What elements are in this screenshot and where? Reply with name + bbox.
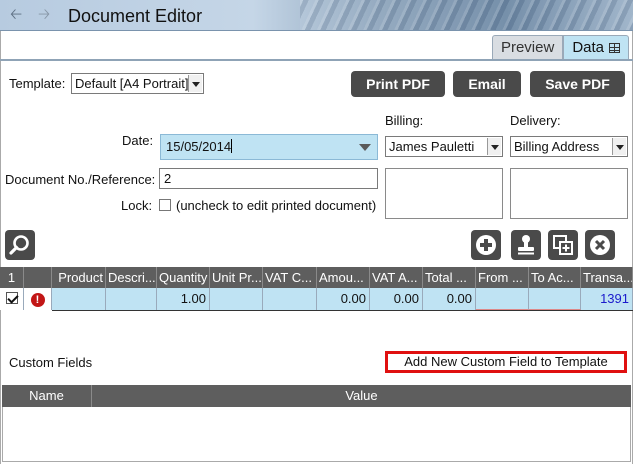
- cell-transaction-link[interactable]: 1391: [581, 288, 633, 310]
- tab-preview[interactable]: Preview: [491, 35, 564, 59]
- column-header-from-account[interactable]: From ...: [476, 267, 529, 288]
- items-grid-header: 1 Product Descri... Quantity Unit Pr... …: [0, 267, 633, 288]
- back-arrow-icon[interactable]: 🡠: [10, 7, 26, 22]
- billing-label: Billing:: [385, 113, 424, 128]
- column-header-index[interactable]: 1: [0, 267, 24, 288]
- save-pdf-button[interactable]: Save PDF: [530, 71, 625, 97]
- tab-data-label: Data: [572, 39, 604, 56]
- column-header-quantity[interactable]: Quantity: [157, 267, 210, 288]
- lock-checkbox[interactable]: [159, 199, 171, 211]
- column-header-transaction[interactable]: Transa...: [581, 267, 633, 288]
- chevron-down-icon: [487, 138, 501, 155]
- view-tabs: Preview Data: [491, 35, 629, 59]
- row-status-cell: !: [24, 288, 52, 310]
- app-title: Document Editor: [68, 6, 203, 26]
- row-checkbox[interactable]: [5, 292, 18, 304]
- delivery-select[interactable]: Billing Address: [510, 136, 628, 157]
- search-button[interactable]: [5, 230, 35, 260]
- delivery-address-box[interactable]: [510, 168, 628, 219]
- date-value: 15/05/2014: [166, 139, 232, 154]
- docno-input[interactable]: 2: [159, 168, 378, 189]
- cell-total[interactable]: 0.00: [423, 288, 476, 310]
- column-header-value[interactable]: Value: [92, 385, 631, 407]
- date-picker[interactable]: 15/05/2014: [160, 134, 378, 160]
- template-label: Template:: [9, 76, 66, 91]
- add-custom-field-button[interactable]: Add New Custom Field to Template: [385, 351, 627, 373]
- billing-address-box[interactable]: [385, 168, 503, 219]
- text-caret: [231, 139, 233, 153]
- cell-unit-price[interactable]: [210, 288, 263, 310]
- stamp-button[interactable]: [511, 230, 541, 260]
- template-value: Default [A4 Portrait]: [75, 76, 189, 91]
- custom-fields-header: Name Value: [2, 385, 631, 407]
- plus-circle-icon: [476, 235, 496, 255]
- row-separator: [52, 310, 633, 311]
- stamp-icon: [518, 235, 534, 255]
- email-button[interactable]: Email: [453, 71, 521, 97]
- header-decoration: [300, 0, 633, 30]
- column-header-vat-amount[interactable]: VAT A...: [370, 267, 423, 288]
- table-grid-icon: [609, 43, 620, 53]
- forward-arrow-icon[interactable]: 🡢: [38, 7, 54, 22]
- cell-amount[interactable]: 0.00: [317, 288, 370, 310]
- custom-fields-table[interactable]: [2, 407, 631, 462]
- date-dropdown-icon[interactable]: [359, 144, 371, 151]
- cell-quantity[interactable]: 1.00: [157, 288, 210, 310]
- docno-label: Document No./Reference:: [5, 172, 156, 187]
- custom-fields-label: Custom Fields: [9, 355, 93, 370]
- chevron-down-icon: [612, 138, 626, 155]
- column-header-product[interactable]: Product: [52, 267, 106, 288]
- billing-select[interactable]: James Pauletti: [385, 136, 503, 157]
- table-row[interactable]: ! 1.00 0.00 0.00 0.00 1391: [0, 288, 633, 310]
- lock-hint: (uncheck to edit printed document): [176, 198, 377, 213]
- delete-button[interactable]: [585, 230, 615, 260]
- delivery-label: Delivery:: [510, 113, 561, 128]
- error-icon: !: [30, 293, 45, 307]
- print-pdf-button[interactable]: Print PDF: [351, 71, 445, 97]
- column-header-unit-price[interactable]: Unit Pr...: [210, 267, 263, 288]
- delivery-value: Billing Address: [514, 139, 600, 154]
- column-header-name[interactable]: Name: [2, 385, 92, 407]
- template-select[interactable]: Default [A4 Portrait]: [71, 73, 204, 94]
- left-frame: [0, 31, 1, 464]
- column-header-vat-code[interactable]: VAT C...: [263, 267, 317, 288]
- column-header-status: [24, 267, 52, 288]
- cell-vat-code[interactable]: [263, 288, 317, 310]
- cell-description[interactable]: [106, 288, 157, 310]
- column-header-total[interactable]: Total ...: [423, 267, 476, 288]
- duplicate-button[interactable]: [548, 230, 578, 260]
- cell-vat-amount[interactable]: 0.00: [370, 288, 423, 310]
- chevron-down-icon: [188, 75, 202, 92]
- column-header-to-account[interactable]: To Ac...: [529, 267, 581, 288]
- billing-value: James Pauletti: [389, 139, 475, 154]
- column-header-description[interactable]: Descri...: [106, 267, 157, 288]
- row-select-cell[interactable]: [0, 288, 24, 310]
- search-icon: [9, 235, 29, 255]
- title-bar: 🡠 🡢 Document Editor: [0, 0, 633, 31]
- add-row-button[interactable]: [471, 230, 501, 260]
- cell-to-account[interactable]: [529, 288, 581, 310]
- tab-divider: [0, 59, 633, 61]
- cell-product[interactable]: [52, 288, 106, 310]
- lock-label: Lock:: [121, 198, 153, 213]
- close-circle-icon: [590, 235, 610, 255]
- cell-from-account[interactable]: [476, 288, 529, 310]
- tab-data[interactable]: Data: [563, 35, 629, 59]
- column-header-amount[interactable]: Amou...: [317, 267, 370, 288]
- date-label: Date:: [122, 133, 154, 148]
- copy-icon: [553, 235, 573, 255]
